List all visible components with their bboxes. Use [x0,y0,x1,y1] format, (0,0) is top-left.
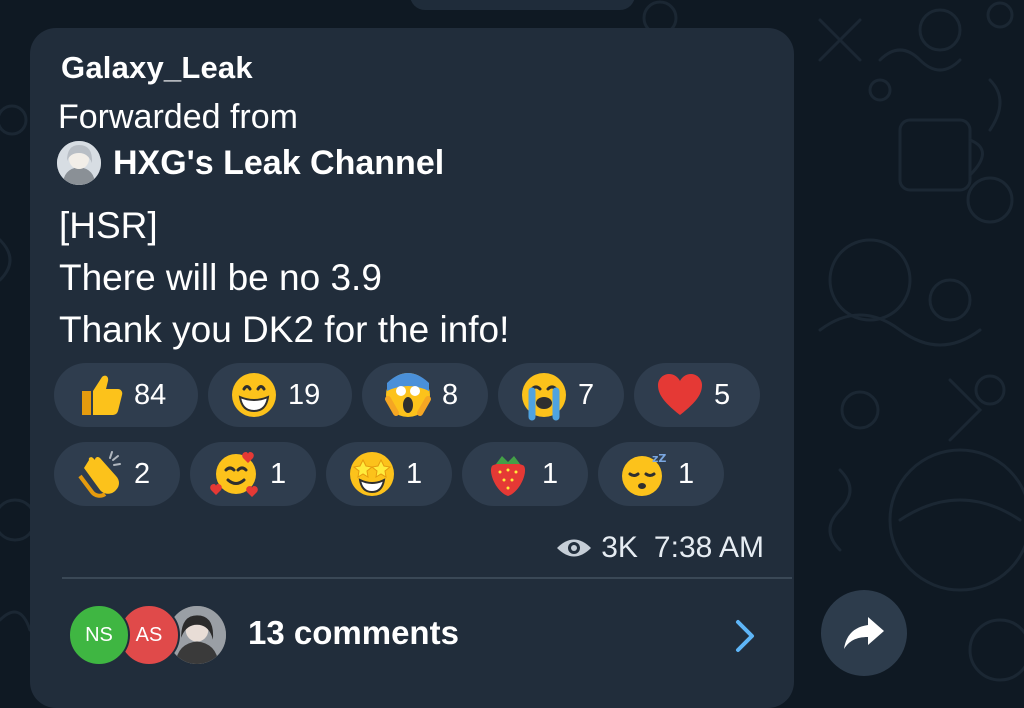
reaction-count: 84 [134,378,167,411]
reaction-crying[interactable]: 7 [498,363,624,427]
share-arrow-icon [844,617,884,649]
reaction-count: 1 [542,457,559,490]
message-meta: 3K 7:38 AM [555,530,764,566]
reaction-count: 1 [678,457,695,490]
reaction-count: 5 [714,378,731,411]
clapping-hands-icon [78,451,121,498]
channel-avatar [57,141,101,185]
reaction-screaming[interactable]: 8 [362,363,488,427]
crying-face-icon [522,373,566,421]
reaction-strawberry[interactable]: 1 [462,442,588,506]
reaction-count: 7 [578,378,595,411]
reaction-clapping[interactable]: 2 [54,442,180,506]
reaction-count: 1 [406,457,423,490]
reaction-count: 1 [270,457,287,490]
message-line: There will be no 3.9 [59,257,382,298]
grinning-face-icon [232,373,276,417]
message-line: Thank you DK2 for the info! [59,309,510,350]
sleepy-face-icon: zZ [622,452,666,496]
comments-count: 13 comments [248,614,459,651]
reaction-count: 2 [134,457,151,490]
reaction-sleepy[interactable]: zZ 1 [598,442,724,506]
reaction-count: 8 [442,378,459,411]
chevron-right-icon [736,620,754,652]
view-count: 3K [601,531,638,564]
reaction-thumbs-up[interactable]: 84 [54,363,198,427]
post-author[interactable]: Galaxy_Leak [61,50,253,86]
reaction-count: 19 [288,378,321,411]
reaction-smiling-hearts[interactable]: 1 [190,442,316,506]
forwarded-from-label: Forwarded from [58,98,298,136]
reaction-heart[interactable]: 5 [634,363,760,427]
svg-text:zZ: zZ [652,452,666,465]
channel-name: HXG's Leak Channel [113,143,445,182]
forwarded-channel[interactable]: HXG's Leak Channel [57,140,444,186]
comments-button[interactable]: NS AS 13 comments [62,600,772,672]
comments-divider [62,577,792,579]
smiling-face-with-hearts-icon [210,452,258,497]
thumbs-up-icon [82,375,123,415]
eye-icon [557,539,592,557]
share-button[interactable] [821,590,907,676]
message-text: [HSR] There will be no 3.9 Thank you DK2… [59,200,509,356]
commenter-avatar: NS [68,604,130,666]
screaming-face-icon [385,373,431,417]
reaction-star-struck[interactable]: 1 [326,442,452,506]
red-heart-icon [658,374,702,415]
date-pill [410,0,635,10]
message-line: [HSR] [59,205,158,246]
star-struck-icon [350,452,394,496]
message-time: 7:38 AM [653,531,764,564]
strawberry-icon [490,456,526,496]
reaction-grinning[interactable]: 19 [208,363,352,427]
